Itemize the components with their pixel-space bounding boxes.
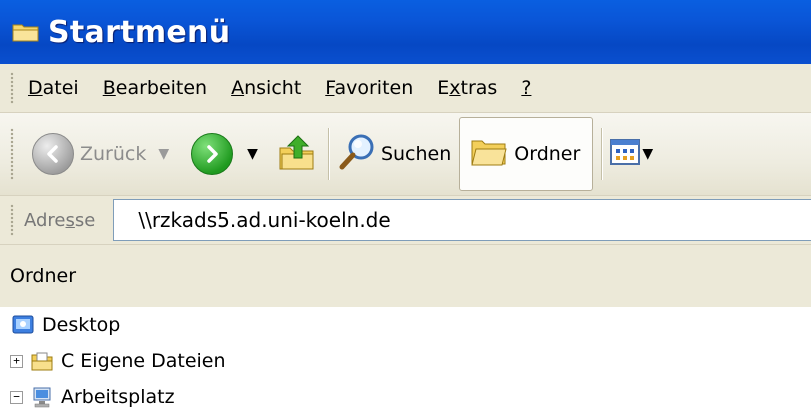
address-bar: Adresse \\rzkads5.ad.uni-koeln.de xyxy=(0,196,811,245)
menu-ansicht[interactable]: Ansicht xyxy=(231,77,301,99)
forward-button[interactable] xyxy=(191,118,234,190)
window-title: Startmenü xyxy=(48,14,231,50)
tree-item-my-documents[interactable]: + C Eigene Dateien xyxy=(0,343,811,379)
toolbar-separator xyxy=(601,128,603,180)
menu-bar-grip[interactable] xyxy=(10,72,14,104)
expand-icon[interactable]: + xyxy=(10,354,23,368)
tree-item-label: Desktop xyxy=(42,314,121,336)
search-label: Suchen xyxy=(380,143,452,165)
search-button[interactable]: Suchen xyxy=(337,118,451,190)
menu-help[interactable]: ? xyxy=(521,77,531,99)
collapse-icon[interactable]: − xyxy=(10,390,23,404)
address-input[interactable]: \\rzkads5.ad.uni-koeln.de xyxy=(113,199,811,241)
forward-dropdown-icon[interactable]: ▼ xyxy=(247,146,258,162)
menu-bearbeiten[interactable]: Bearbeiten xyxy=(103,77,207,99)
menu-datei[interactable]: Datei xyxy=(28,77,79,99)
back-label: Zurück xyxy=(80,143,147,165)
folders-label: Ordner xyxy=(514,143,581,165)
my-documents-icon xyxy=(31,350,53,372)
forward-arrow-icon xyxy=(191,133,234,175)
views-dropdown-icon: ▼ xyxy=(642,146,654,162)
toolbar-grip[interactable] xyxy=(10,128,14,180)
back-button[interactable]: Zurück xyxy=(32,118,146,190)
address-bar-grip[interactable] xyxy=(10,204,14,236)
folders-button[interactable]: Ordner xyxy=(459,117,594,191)
tree-item-desktop[interactable]: Desktop xyxy=(0,307,811,343)
tree-item-label: C Eigene Dateien xyxy=(61,350,226,372)
folders-panel-title: Ordner xyxy=(10,265,77,287)
address-value: \\rzkads5.ad.uni-koeln.de xyxy=(138,208,391,232)
back-arrow-icon xyxy=(32,133,74,175)
tree-item-label: Arbeitsplatz xyxy=(61,386,175,408)
toolbar-separator xyxy=(327,128,329,180)
folder-tree: Desktop + C Eigene Dateien − Arbeitsplat… xyxy=(0,307,811,415)
desktop-icon xyxy=(12,314,34,336)
my-computer-icon xyxy=(31,386,53,408)
folders-icon xyxy=(470,135,508,174)
folder-icon xyxy=(12,21,40,43)
address-label: Adresse xyxy=(24,209,96,231)
back-dropdown-icon[interactable]: ▼ xyxy=(158,146,169,162)
menu-bar: Datei Bearbeiten Ansicht Favoriten Extra… xyxy=(0,64,811,113)
up-folder-icon xyxy=(278,132,316,177)
menu-extras[interactable]: Extras xyxy=(437,77,497,99)
title-bar: Startmenü xyxy=(0,0,811,64)
up-folder-button[interactable] xyxy=(278,118,316,190)
views-button[interactable]: ▼ xyxy=(610,118,653,190)
menu-favoriten[interactable]: Favoriten xyxy=(325,77,413,99)
folders-panel-header: Ordner xyxy=(0,245,811,307)
tree-item-my-computer[interactable]: − Arbeitsplatz xyxy=(0,379,811,415)
search-icon xyxy=(337,132,377,177)
views-icon xyxy=(610,138,641,170)
standard-toolbar: Zurück ▼ ▼ Suchen Ordner ▼ xyxy=(0,113,811,196)
